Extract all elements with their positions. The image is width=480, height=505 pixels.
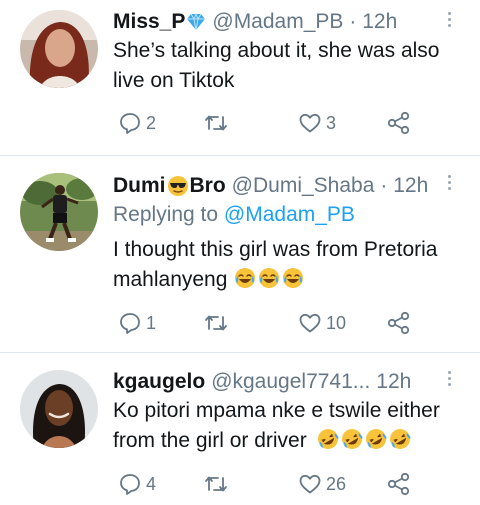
replying-to-mention[interactable]: @Madam_PB <box>224 203 355 226</box>
reply-bubble-icon <box>120 113 140 134</box>
reply-bubble-icon <box>120 474 140 495</box>
like-count: 26 <box>326 473 347 494</box>
retweet-button[interactable] <box>203 108 233 138</box>
retweet-icon <box>205 315 227 331</box>
tweet-actions: 2 3 <box>113 108 443 138</box>
retweet-icon <box>205 476 227 492</box>
tweet-text: Ko pitori mpama nke e tswile either from… <box>113 396 463 456</box>
tweet-header: Miss_P @Madam_PB · 12h <box>113 7 397 37</box>
reply-count: 1 <box>146 312 157 333</box>
display-name-suffix[interactable]: Bro <box>190 174 226 198</box>
blue-diamond-icon <box>187 13 206 31</box>
tweet-header: Dumi Bro @Dumi_Shaba · 12h <box>113 171 428 201</box>
handle[interactable]: @Dumi_Shaba <box>232 174 375 198</box>
heart-icon <box>299 113 321 133</box>
face-with-tears-of-joy-icon <box>235 268 256 288</box>
reply-bubble-icon <box>120 313 140 334</box>
rolling-on-floor-laughing-icon <box>389 429 410 449</box>
share-button[interactable] <box>386 308 412 338</box>
timestamp[interactable]: 12h <box>376 370 411 394</box>
tweet-text-line-2: mahlanyeng <box>113 265 463 295</box>
rofl-emoji-group <box>311 429 413 452</box>
heart-icon <box>299 474 321 494</box>
laugh-emoji-group <box>228 268 306 291</box>
more-vertical-icon[interactable] <box>448 172 454 193</box>
more-vertical-icon[interactable] <box>448 368 454 389</box>
timestamp[interactable]: · 12h <box>349 10 397 34</box>
tweet-text-line-2: from the girl or driver <box>113 426 463 456</box>
tweet-text-line: live on Tiktok <box>113 69 235 92</box>
tweet-text-line: I thought this girl was from Pretoria <box>113 238 438 261</box>
rolling-on-floor-laughing-icon <box>317 429 338 449</box>
replying-to-label: Replying to <box>113 203 219 226</box>
timestamp[interactable]: · 12h <box>380 174 428 198</box>
tweet-text-line: from the girl or driver <box>113 429 307 452</box>
replying-to: Replying to @Madam_PB <box>113 203 355 227</box>
share-button[interactable] <box>386 469 412 499</box>
avatar[interactable] <box>20 173 98 251</box>
tweet-text-line: She’s talking about it, she was also <box>113 39 440 62</box>
share-button[interactable] <box>386 108 412 138</box>
more-vertical-icon[interactable] <box>448 9 454 30</box>
like-count: 3 <box>326 112 337 133</box>
share-icon <box>387 311 410 335</box>
share-icon <box>387 111 410 135</box>
like-button[interactable]: 10 <box>298 308 346 338</box>
face-with-tears-of-joy-icon <box>259 268 280 288</box>
display-name[interactable]: Miss_P <box>113 10 185 34</box>
tweet-text: She’s talking about it, she was also liv… <box>113 36 463 96</box>
like-button[interactable]: 3 <box>298 108 336 138</box>
tweet-2[interactable]: Dumi Bro @Dumi_Shaba · 12h Replying to @… <box>0 156 480 351</box>
rolling-on-floor-laughing-icon <box>341 429 362 449</box>
tweet-text-line: mahlanyeng <box>113 268 228 291</box>
display-name[interactable]: kgaugelo <box>113 370 205 394</box>
reply-count: 2 <box>146 112 157 133</box>
like-button[interactable]: 26 <box>298 469 346 499</box>
handle[interactable]: @kgaugel7741... <box>211 370 370 394</box>
tweet-text: I thought this girl was from Pretoria ma… <box>113 235 463 295</box>
tweet-actions: 4 26 <box>113 469 443 499</box>
reply-button[interactable]: 2 <box>118 108 156 138</box>
sunglasses-emoji-icon <box>167 176 188 196</box>
reply-button[interactable]: 4 <box>118 469 156 499</box>
handle[interactable]: @Madam_PB <box>212 10 343 34</box>
avatar[interactable] <box>20 370 98 448</box>
face-with-tears-of-joy-icon <box>283 268 304 288</box>
retweet-button[interactable] <box>203 308 233 338</box>
tweet-header: kgaugelo @kgaugel7741... 12h <box>113 367 411 397</box>
heart-icon <box>299 313 321 333</box>
tweet-1[interactable]: Miss_P @Madam_PB · 12h She’s talking abo… <box>0 0 480 155</box>
reply-button[interactable]: 1 <box>118 308 156 338</box>
retweet-button[interactable] <box>203 469 233 499</box>
share-icon <box>387 472 410 496</box>
like-count: 10 <box>326 312 347 333</box>
tweet-3[interactable]: kgaugelo @kgaugel7741... 12h Ko pitori m… <box>0 353 480 505</box>
rolling-on-floor-laughing-icon <box>365 429 386 449</box>
retweet-icon <box>205 115 227 131</box>
tweet-actions: 1 10 <box>113 308 443 338</box>
tweet-text-line: Ko pitori mpama nke e tswile either <box>113 399 440 422</box>
reply-count: 4 <box>146 473 157 494</box>
display-name[interactable]: Dumi <box>113 174 166 198</box>
avatar[interactable] <box>20 10 98 88</box>
